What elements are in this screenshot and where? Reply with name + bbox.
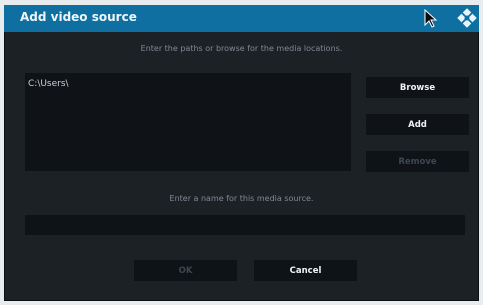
name-instruction: Enter a name for this media source. xyxy=(169,194,314,203)
dialog-title: Add video source xyxy=(20,10,137,24)
dialog-titlebar: Add video source xyxy=(4,5,479,32)
cancel-button[interactable]: Cancel xyxy=(254,260,357,281)
add-video-source-dialog: Add video source Enter the paths or brow… xyxy=(4,5,479,301)
paths-list[interactable]: C:\Users\ xyxy=(25,73,351,171)
add-button[interactable]: Add xyxy=(366,114,469,135)
kodi-logo-icon xyxy=(457,8,477,28)
ok-button[interactable]: OK xyxy=(134,260,237,281)
browse-button[interactable]: Browse xyxy=(366,77,469,98)
path-list-item[interactable]: C:\Users\ xyxy=(28,79,69,89)
remove-button[interactable]: Remove xyxy=(366,151,469,172)
source-name-input[interactable] xyxy=(25,215,465,235)
paths-instruction: Enter the paths or browse for the media … xyxy=(140,44,343,53)
mouse-cursor-icon xyxy=(424,9,438,28)
